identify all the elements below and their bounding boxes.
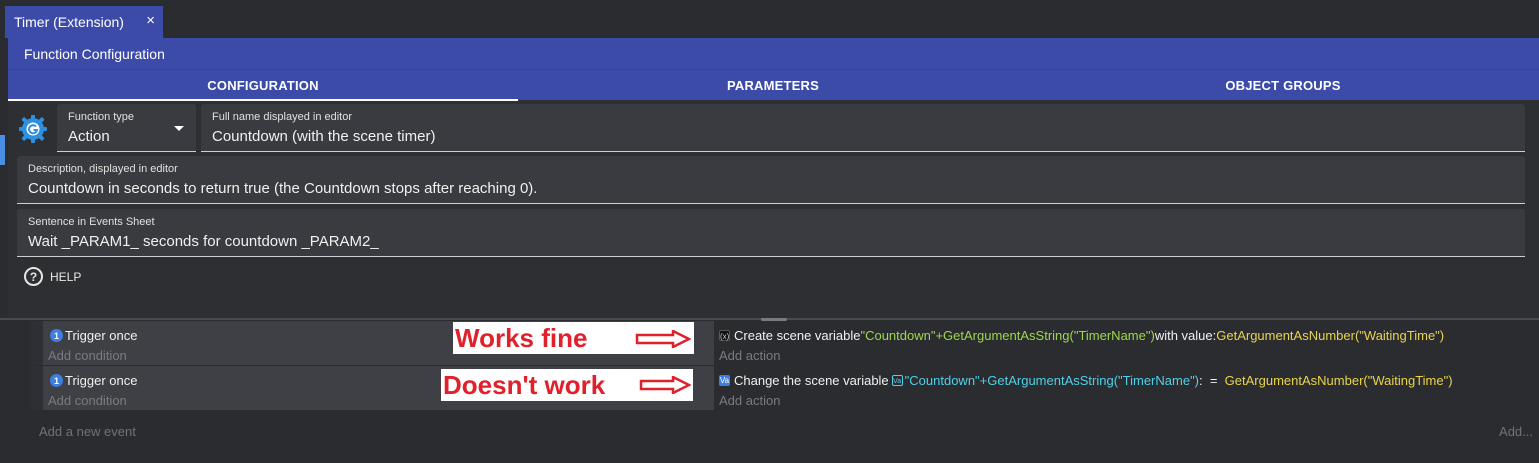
help-label: HELP	[50, 269, 82, 284]
action-change-scene-variable[interactable]: Va Change the scene variable Va "Countdo…	[719, 373, 1453, 388]
left-accent-bar	[0, 135, 5, 165]
event-row: 1 Trigger once Add condition (x) Create …	[31, 321, 1539, 365]
add-condition-link[interactable]: Add condition	[48, 393, 127, 408]
help-icon: ?	[24, 267, 43, 286]
editor-tab-strip: Timer (Extension) ×	[0, 0, 1539, 38]
help-button[interactable]: ? HELP	[24, 267, 81, 286]
add-menu-link[interactable]: Add...	[1499, 424, 1533, 439]
condition-trigger-once[interactable]: 1 Trigger once	[50, 373, 138, 388]
sentence-value: Wait _PARAM1_ seconds for countdown _PAR…	[28, 233, 379, 250]
condition-label: Trigger once	[65, 328, 138, 343]
action-prefix: Create scene variable	[734, 328, 861, 343]
tab-title: Timer (Extension)	[14, 14, 124, 30]
full-name-field[interactable]: Full name displayed in editor Countdown …	[201, 104, 1525, 152]
sentence-field[interactable]: Sentence in Events Sheet Wait _PARAM1_ s…	[17, 209, 1525, 257]
action-middle: : =	[1199, 373, 1225, 388]
action-value-expression: GetArgumentAsNumber("WaitingTime")	[1216, 328, 1445, 343]
function-type-label: Function type	[68, 111, 135, 123]
annotation-text: Doesn't work	[443, 369, 606, 400]
annotation-doesnt-work: Doesn't work	[441, 369, 693, 401]
actions-column: Va Change the scene variable Va "Countdo…	[714, 366, 1539, 410]
tab-configuration[interactable]: CONFIGURATION	[8, 70, 518, 101]
variable-icon: Va	[719, 375, 730, 386]
action-variable-expression: "Countdown"+GetArgumentAsString("TimerNa…	[904, 373, 1200, 388]
description-value: Countdown in seconds to return true (the…	[28, 180, 538, 197]
variable-icon: (x)	[719, 330, 730, 341]
actions-column: (x) Create scene variable "Countdown"+Ge…	[714, 321, 1539, 365]
chevron-down-icon	[174, 126, 184, 131]
trigger-once-icon: 1	[50, 329, 63, 342]
tab-object-groups[interactable]: OBJECT GROUPS	[1028, 70, 1538, 100]
condition-label: Trigger once	[65, 373, 138, 388]
description-label: Description, displayed in editor	[28, 163, 178, 175]
action-create-scene-variable[interactable]: (x) Create scene variable "Countdown"+Ge…	[719, 328, 1444, 343]
sentence-label: Sentence in Events Sheet	[28, 216, 155, 228]
action-prefix: Change the scene variable	[734, 373, 889, 388]
condition-trigger-once[interactable]: 1 Trigger once	[50, 328, 138, 343]
scene-variable-icon: Va	[891, 375, 903, 386]
close-icon[interactable]: ×	[146, 13, 155, 29]
add-new-event-link[interactable]: Add a new event	[39, 424, 136, 439]
add-condition-link[interactable]: Add condition	[48, 348, 127, 363]
panel-title: Function Configuration	[8, 38, 1539, 69]
function-type-select[interactable]: Function type Action	[57, 104, 196, 152]
full-name-value: Countdown (with the scene timer)	[212, 128, 436, 145]
action-value-expression: GetArgumentAsNumber("WaitingTime")	[1224, 373, 1453, 388]
annotation-text: Works fine	[455, 322, 588, 353]
right-arrow-icon	[639, 376, 691, 394]
full-name-label: Full name displayed in editor	[212, 111, 353, 123]
right-arrow-icon	[635, 330, 691, 348]
event-row: 1 Trigger once Add condition Va Change t…	[31, 366, 1539, 410]
add-action-link[interactable]: Add action	[719, 348, 780, 363]
gdevelop-logo-icon	[19, 115, 47, 143]
annotation-works-fine: Works fine	[453, 322, 694, 354]
description-field[interactable]: Description, displayed in editor Countdo…	[17, 156, 1525, 204]
panel-tabs: CONFIGURATION PARAMETERS OBJECT GROUPS	[8, 69, 1539, 101]
action-middle: with value:	[1154, 328, 1217, 343]
tab-parameters[interactable]: PARAMETERS	[518, 70, 1028, 100]
tab-timer-extension[interactable]: Timer (Extension) ×	[5, 6, 163, 38]
function-type-value: Action	[68, 128, 110, 145]
trigger-once-icon: 1	[50, 374, 63, 387]
action-variable-expression: "Countdown"+GetArgumentAsString("TimerNa…	[860, 328, 1155, 343]
add-action-link[interactable]: Add action	[719, 393, 780, 408]
